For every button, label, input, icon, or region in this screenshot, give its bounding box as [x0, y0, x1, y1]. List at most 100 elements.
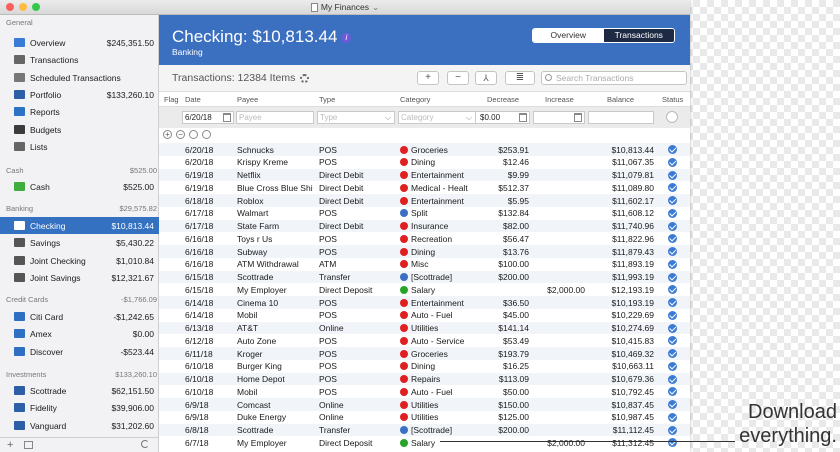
- calculator-icon[interactable]: [574, 113, 582, 122]
- cleared-check-icon[interactable]: [668, 400, 677, 409]
- category-filter-field[interactable]: Category ⌵: [398, 111, 476, 124]
- table-row[interactable]: 6/17/18 State Farm Direct Debit Insurance $8…: [159, 219, 690, 233]
- sidebar-item-credit[interactable]: Discover -$523.44: [0, 343, 159, 360]
- cleared-check-icon[interactable]: [668, 285, 677, 295]
- title-bar[interactable]: My Finances ⌄: [0, 0, 690, 15]
- table-row[interactable]: 6/12/18 Auto Zone POS Auto - Service $53.49 $…: [159, 334, 690, 347]
- table-row[interactable]: 6/16/18 ATM Withdrawal ATM Misc $100.00 $11,8…: [159, 258, 690, 271]
- increase-filter-field[interactable]: [533, 111, 585, 124]
- col-flag[interactable]: Flag: [164, 95, 179, 104]
- cleared-check-icon[interactable]: [668, 208, 677, 218]
- remove-filter-icon[interactable]: −: [176, 130, 185, 139]
- zoom-window-button[interactable]: [32, 3, 40, 11]
- table-row[interactable]: 6/11/18 Kroger POS Groceries $193.79 $10,469.…: [159, 347, 690, 360]
- window-title[interactable]: My Finances ⌄: [310, 2, 379, 13]
- cleared-check-icon[interactable]: [668, 310, 677, 320]
- cleared-check-icon[interactable]: [668, 387, 677, 397]
- sidebar-item-general[interactable]: Overview $245,351.50: [0, 34, 159, 51]
- cleared-check-icon[interactable]: [668, 145, 677, 154]
- cleared-check-icon[interactable]: [668, 259, 677, 269]
- refresh-icon[interactable]: [141, 440, 149, 448]
- overview-tab[interactable]: Overview: [533, 29, 604, 42]
- close-window-button[interactable]: [6, 3, 14, 11]
- cleared-check-icon[interactable]: [668, 170, 677, 180]
- sidebar-item-credit[interactable]: Citi Card -$1,242.65: [0, 308, 159, 325]
- table-row[interactable]: 6/20/18 Schnucks POS Groceries $253.91 $10,81…: [159, 143, 690, 156]
- col-decrease[interactable]: Decrease: [487, 95, 519, 104]
- cleared-check-icon[interactable]: [668, 298, 677, 307]
- cleared-check-icon[interactable]: [668, 157, 677, 167]
- status-filter-radio[interactable]: [666, 111, 678, 123]
- table-row[interactable]: 6/9/18 Comcast Online Utilities $150.00 $10,8…: [159, 398, 690, 411]
- sidebar-item-banking[interactable]: Savings $5,430.22: [0, 234, 159, 251]
- cleared-check-icon[interactable]: [668, 221, 677, 231]
- list-options-button[interactable]: ≣: [505, 71, 535, 85]
- cleared-check-icon[interactable]: [668, 323, 677, 333]
- transactions-tab[interactable]: Transactions: [603, 29, 674, 42]
- remove-transaction-button[interactable]: −: [447, 71, 469, 85]
- col-date[interactable]: Date: [185, 95, 201, 104]
- table-row[interactable]: 6/10/18 Home Depot POS Repairs $113.09 $10,67…: [159, 372, 690, 386]
- table-row[interactable]: 6/7/18 My Employer Direct Deposit Salary $2,…: [159, 436, 690, 449]
- sidebar-item-cash[interactable]: Cash $525.00: [0, 178, 159, 195]
- gear-icon[interactable]: [300, 73, 310, 83]
- clear-filter-icon[interactable]: [202, 130, 211, 139]
- sidebar-item-banking[interactable]: Joint Savings $12,321.67: [0, 269, 159, 286]
- col-balance[interactable]: Balance: [607, 95, 634, 104]
- payee-filter-field[interactable]: Payee: [236, 111, 314, 124]
- sidebar-item-credit[interactable]: Amex $0.00: [0, 325, 159, 342]
- table-row[interactable]: 6/14/18 Cinema 10 POS Entertainment $36.50 $1…: [159, 296, 690, 309]
- cleared-check-icon[interactable]: [668, 361, 677, 371]
- table-row[interactable]: 6/10/18 Mobil POS Auto - Fuel $50.00 $10,792.…: [159, 385, 690, 398]
- table-row[interactable]: 6/13/18 AT&T Online Utilities $141.14 $10,274…: [159, 321, 690, 335]
- balance-filter-field[interactable]: [588, 111, 654, 124]
- decrease-filter-field[interactable]: $0.00: [475, 111, 530, 124]
- minimize-window-button[interactable]: [19, 3, 27, 11]
- table-row[interactable]: 6/9/18 Duke Energy Online Utilities $125.00 $…: [159, 411, 690, 424]
- sidebar-item-banking[interactable]: Joint Checking $1,010.84: [0, 252, 159, 269]
- chart-icon[interactable]: [24, 441, 33, 449]
- sidebar-item-general[interactable]: Reports: [0, 103, 159, 120]
- sidebar-item-general[interactable]: Lists: [0, 138, 159, 155]
- table-row[interactable]: 6/19/18 Netflix Direct Debit Entertainment $…: [159, 168, 690, 182]
- cleared-check-icon[interactable]: [668, 349, 677, 358]
- sidebar-item-banking[interactable]: Checking $10,813.44: [0, 217, 159, 234]
- col-status[interactable]: Status: [662, 95, 683, 104]
- table-row[interactable]: 6/16/18 Subway POS Dining $13.76 $11,879.43: [159, 245, 690, 258]
- cleared-check-icon[interactable]: [668, 196, 677, 205]
- calendar-icon[interactable]: [223, 113, 231, 122]
- sidebar-item-investments[interactable]: Fidelity $39,906.00: [0, 399, 159, 416]
- table-row[interactable]: 6/15/18 My Employer Direct Deposit Salary $2…: [159, 283, 690, 296]
- add-account-button[interactable]: +: [7, 439, 13, 451]
- table-row[interactable]: 6/16/18 Toys r Us POS Recreation $56.47 $11,8…: [159, 232, 690, 245]
- table-row[interactable]: 6/14/18 Mobil POS Auto - Fuel $45.00 $10,229.…: [159, 309, 690, 322]
- cleared-check-icon[interactable]: [668, 234, 677, 244]
- search-input[interactable]: Search Transactions: [541, 71, 687, 85]
- col-increase[interactable]: Increase: [545, 95, 574, 104]
- calculator-icon[interactable]: [519, 113, 527, 122]
- col-payee[interactable]: Payee: [237, 95, 258, 104]
- type-filter-field[interactable]: Type ⌵: [317, 111, 395, 124]
- cleared-check-icon[interactable]: [668, 374, 677, 384]
- col-category[interactable]: Category: [400, 95, 430, 104]
- add-filter-icon[interactable]: +: [163, 130, 172, 139]
- cleared-check-icon[interactable]: [668, 336, 677, 346]
- table-row[interactable]: 6/20/18 Krispy Kreme POS Dining $12.46 $11,06…: [159, 156, 690, 169]
- sidebar-item-general[interactable]: Portfolio $133,260.10: [0, 86, 159, 103]
- cleared-check-icon[interactable]: [668, 425, 677, 435]
- sidebar-item-investments[interactable]: Scottrade $62,151.50: [0, 382, 159, 399]
- cleared-check-icon[interactable]: [668, 412, 677, 422]
- table-row[interactable]: 6/10/18 Burger King POS Dining $16.25 $10,663…: [159, 360, 690, 373]
- table-row[interactable]: 6/19/18 Blue Cross Blue Shi Direct Debit Me…: [159, 181, 690, 194]
- cleared-check-icon[interactable]: [668, 272, 677, 282]
- table-row[interactable]: 6/15/18 Scottrade Transfer [Scottrade] $200.…: [159, 270, 690, 284]
- split-filter-icon[interactable]: [189, 130, 198, 139]
- sidebar-item-general[interactable]: Budgets: [0, 121, 159, 138]
- add-transaction-button[interactable]: +: [417, 71, 439, 85]
- cleared-check-icon[interactable]: [668, 247, 677, 256]
- sidebar-item-general[interactable]: Scheduled Transactions: [0, 69, 159, 86]
- sidebar-item-investments[interactable]: Vanguard $31,202.60: [0, 417, 159, 434]
- table-row[interactable]: 6/17/18 Walmart POS Split $132.84 $11,608.12: [159, 207, 690, 220]
- date-filter-field[interactable]: 6/20/18: [182, 111, 234, 124]
- split-transaction-button[interactable]: ⅄: [475, 71, 497, 85]
